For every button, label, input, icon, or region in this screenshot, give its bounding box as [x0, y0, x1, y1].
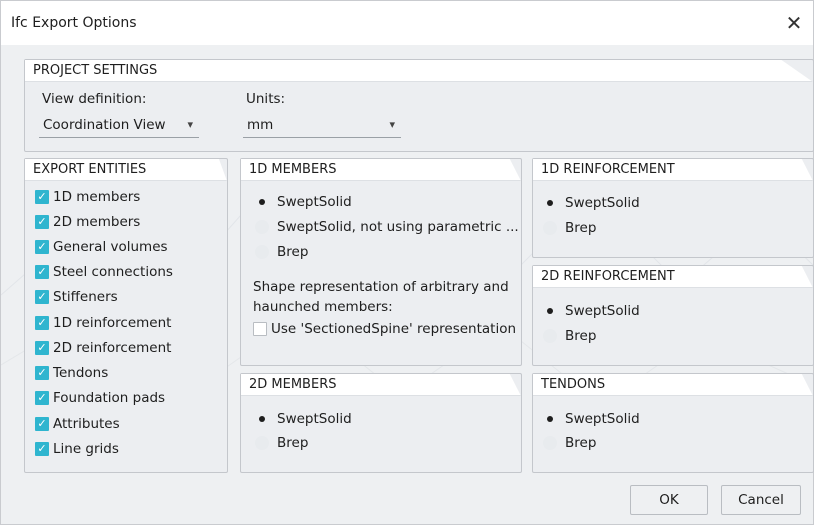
checkbox-label: Tendons [53, 365, 109, 381]
checkbox-line-grids[interactable]: ✓ Line grids [35, 441, 119, 457]
check-icon: ✓ [35, 290, 49, 304]
radio-label: Brep [277, 244, 309, 260]
checkbox-label: Use 'SectionedSpine' representation [271, 321, 517, 337]
checkbox-attributes[interactable]: ✓ Attributes [35, 416, 120, 432]
tendons-panel: TENDONS SweptSolid Brep [532, 373, 814, 473]
title-bar: Ifc Export Options ✕ [1, 1, 813, 45]
checkbox-label: Stiffeners [53, 289, 118, 305]
check-icon: ✓ [35, 391, 49, 405]
checkbox-label: 1D reinforcement [53, 315, 172, 331]
checkbox-label: Steel connections [53, 264, 173, 280]
members-2d-header: 2D MEMBERS [241, 374, 521, 396]
radio-brep[interactable]: Brep [543, 328, 596, 344]
radio-label: Brep [565, 328, 597, 344]
checkbox-sectioned-spine[interactable]: Use 'SectionedSpine' representation [253, 321, 516, 337]
radio-label: SweptSolid [277, 411, 352, 427]
radio-label: Brep [565, 435, 597, 451]
chevron-down-icon: ▾ [187, 118, 193, 131]
checkbox-label: Attributes [53, 416, 120, 432]
check-icon: ✓ [35, 316, 49, 330]
check-icon: ✓ [35, 341, 49, 355]
radio-unselected-icon [543, 329, 557, 343]
radio-sweptsolid[interactable]: SweptSolid [255, 194, 352, 210]
radio-selected-icon [543, 412, 557, 426]
shape-representation-text-2: haunched members: [253, 299, 393, 315]
view-definition-select[interactable]: Coordination View ▾ [39, 114, 199, 138]
check-icon: ✓ [35, 240, 49, 254]
radio-unselected-icon [543, 221, 557, 235]
members-1d-header: 1D MEMBERS [241, 159, 521, 181]
checkbox-empty-icon [253, 322, 267, 336]
checkbox-label: General volumes [53, 239, 168, 255]
checkbox-2d-reinforcement[interactable]: ✓ 2D reinforcement [35, 340, 171, 356]
dialog-window: Ifc Export Options ✕ PROJECT SETTINGS Vi… [0, 0, 814, 525]
checkbox-2d-members[interactable]: ✓ 2D members [35, 214, 140, 230]
checkbox-stiffeners[interactable]: ✓ Stiffeners [35, 289, 118, 305]
view-definition-label: View definition: [42, 91, 147, 107]
radio-sweptsolid[interactable]: SweptSolid [543, 303, 640, 319]
radio-label: SweptSolid [565, 303, 640, 319]
radio-brep[interactable]: Brep [255, 435, 308, 451]
radio-sweptsolid-nonparametric[interactable]: SweptSolid, not using parametric ... [255, 219, 519, 235]
radio-sweptsolid[interactable]: SweptSolid [255, 411, 352, 427]
members-1d-panel: 1D MEMBERS SweptSolid SweptSolid, not us… [240, 158, 522, 366]
radio-brep[interactable]: Brep [543, 435, 596, 451]
radio-sweptsolid[interactable]: SweptSolid [543, 195, 640, 211]
checkbox-tendons[interactable]: ✓ Tendons [35, 365, 108, 381]
radio-selected-icon [543, 196, 557, 210]
radio-label: SweptSolid [277, 194, 352, 210]
close-icon[interactable]: ✕ [779, 8, 809, 38]
radio-label: Brep [277, 435, 309, 451]
radio-sweptsolid[interactable]: SweptSolid [543, 411, 640, 427]
reinforcement-2d-panel: 2D REINFORCEMENT SweptSolid Brep [532, 265, 814, 366]
radio-label: SweptSolid [565, 411, 640, 427]
check-icon: ✓ [35, 265, 49, 279]
radio-label: Brep [565, 220, 597, 236]
checkbox-label: 2D members [53, 214, 141, 230]
check-icon: ✓ [35, 366, 49, 380]
radio-brep[interactable]: Brep [255, 244, 308, 260]
chevron-down-icon: ▾ [389, 118, 395, 131]
radio-unselected-icon [255, 436, 269, 450]
checkbox-1d-members[interactable]: ✓ 1D members [35, 189, 140, 205]
window-title: Ifc Export Options [11, 15, 137, 31]
export-entities-panel: EXPORT ENTITIES ✓ 1D members ✓ 2D members … [24, 158, 228, 473]
radio-unselected-icon [255, 220, 269, 234]
check-icon: ✓ [35, 442, 49, 456]
view-definition-value: Coordination View [43, 117, 166, 133]
units-value: mm [247, 117, 274, 133]
radio-unselected-icon [543, 436, 557, 450]
reinforcement-1d-header: 1D REINFORCEMENT [533, 159, 813, 181]
reinforcement-1d-panel: 1D REINFORCEMENT SweptSolid Brep [532, 158, 814, 258]
check-icon: ✓ [35, 417, 49, 431]
ok-button[interactable]: OK [630, 485, 708, 515]
radio-selected-icon [255, 412, 269, 426]
reinforcement-2d-header: 2D REINFORCEMENT [533, 266, 813, 288]
checkbox-general-volumes[interactable]: ✓ General volumes [35, 239, 168, 255]
checkbox-label: 2D reinforcement [53, 340, 172, 356]
units-label: Units: [246, 91, 286, 107]
export-entities-header: EXPORT ENTITIES [25, 159, 227, 181]
checkbox-label: 1D members [53, 189, 141, 205]
radio-selected-icon [543, 304, 557, 318]
tendons-header: TENDONS [533, 374, 813, 396]
radio-label: SweptSolid [565, 195, 640, 211]
check-icon: ✓ [35, 190, 49, 204]
checkbox-foundation-pads[interactable]: ✓ Foundation pads [35, 390, 165, 406]
cancel-button[interactable]: Cancel [721, 485, 801, 515]
checkbox-label: Foundation pads [53, 390, 166, 406]
checkbox-label: Line grids [53, 441, 119, 457]
radio-selected-icon [255, 195, 269, 209]
project-settings-panel: PROJECT SETTINGS View definition: Coordi… [24, 59, 814, 152]
checkbox-steel-connections[interactable]: ✓ Steel connections [35, 264, 173, 280]
radio-label: SweptSolid, not using parametric ... [277, 219, 519, 235]
shape-representation-text: Shape representation of arbitrary and [253, 279, 509, 295]
project-settings-header: PROJECT SETTINGS [25, 60, 813, 82]
radio-brep[interactable]: Brep [543, 220, 596, 236]
check-icon: ✓ [35, 215, 49, 229]
members-2d-panel: 2D MEMBERS SweptSolid Brep [240, 373, 522, 473]
radio-unselected-icon [255, 245, 269, 259]
checkbox-1d-reinforcement[interactable]: ✓ 1D reinforcement [35, 315, 171, 331]
units-select[interactable]: mm ▾ [243, 114, 401, 138]
